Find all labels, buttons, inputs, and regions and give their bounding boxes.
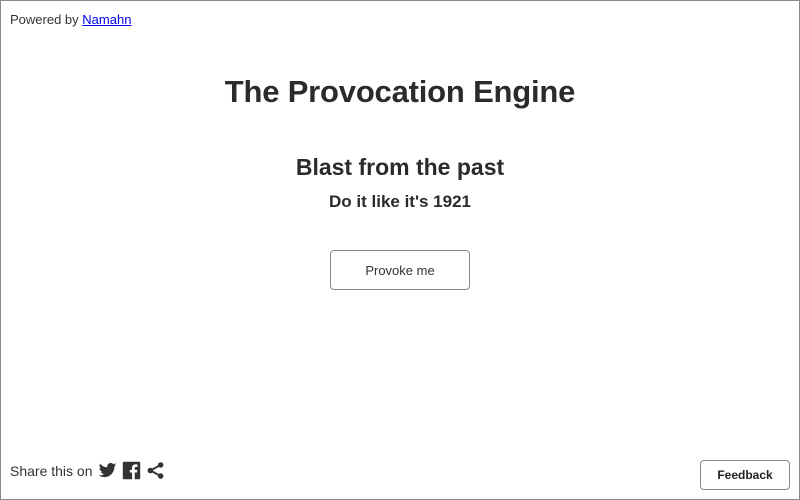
share-bar: Share this on — [10, 461, 165, 480]
provocation-subtitle: Blast from the past — [295, 154, 505, 180]
page-title: The Provocation Engine — [224, 74, 576, 109]
namahn-link[interactable]: Namahn — [82, 12, 131, 27]
feedback-button[interactable]: Feedback — [700, 460, 790, 490]
provoke-me-button[interactable]: Provoke me — [330, 250, 470, 290]
twitter-icon[interactable] — [98, 461, 117, 480]
facebook-icon[interactable] — [122, 461, 141, 480]
provocation-tagline: Do it like it's 1921 — [329, 192, 471, 211]
page-frame: Powered by Namahn The Provocation Engine… — [0, 0, 800, 500]
powered-by: Powered by Namahn — [10, 12, 131, 27]
share-label: Share this on — [10, 462, 93, 479]
powered-by-label: Powered by — [10, 12, 79, 27]
share-icon[interactable] — [146, 461, 165, 480]
